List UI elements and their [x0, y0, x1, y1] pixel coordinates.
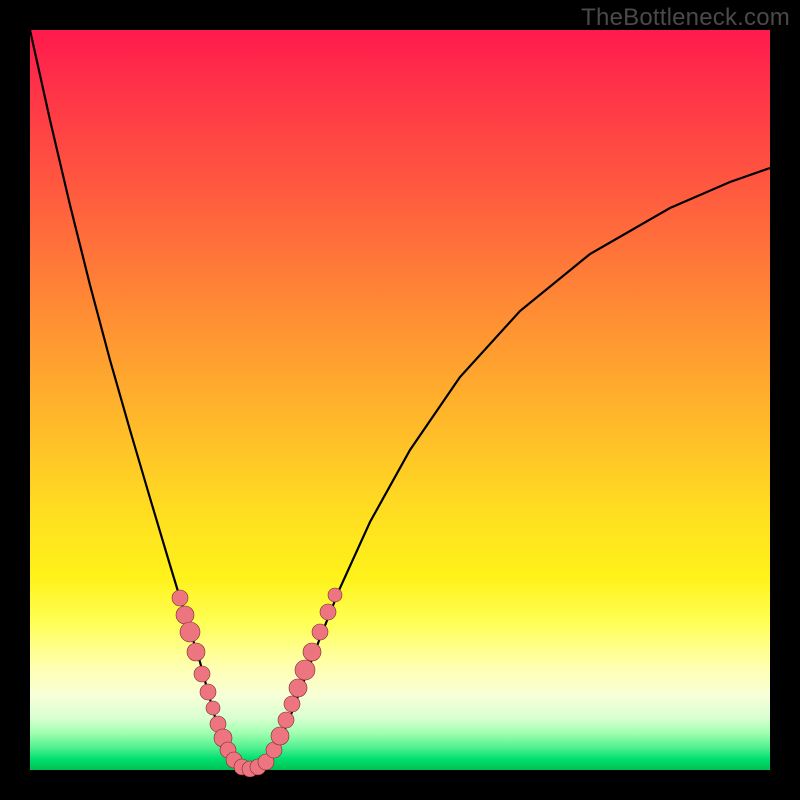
data-marker — [328, 588, 342, 602]
data-marker — [303, 643, 321, 661]
watermark-text: TheBottleneck.com — [581, 4, 790, 32]
curve-svg — [30, 30, 770, 770]
marker-group — [172, 588, 342, 777]
data-marker — [206, 701, 220, 715]
data-marker — [284, 696, 300, 712]
data-marker — [289, 679, 307, 697]
data-marker — [200, 684, 216, 700]
data-marker — [187, 643, 205, 661]
data-marker — [180, 622, 200, 642]
data-marker — [172, 590, 188, 606]
plot-area — [30, 30, 770, 770]
data-marker — [320, 604, 336, 620]
data-marker — [176, 606, 194, 624]
data-marker — [271, 727, 289, 745]
data-marker — [278, 712, 294, 728]
data-marker — [295, 660, 315, 680]
data-marker — [312, 624, 328, 640]
bottleneck-curve — [30, 30, 770, 769]
data-marker — [194, 666, 210, 682]
chart-frame: TheBottleneck.com — [0, 0, 800, 800]
